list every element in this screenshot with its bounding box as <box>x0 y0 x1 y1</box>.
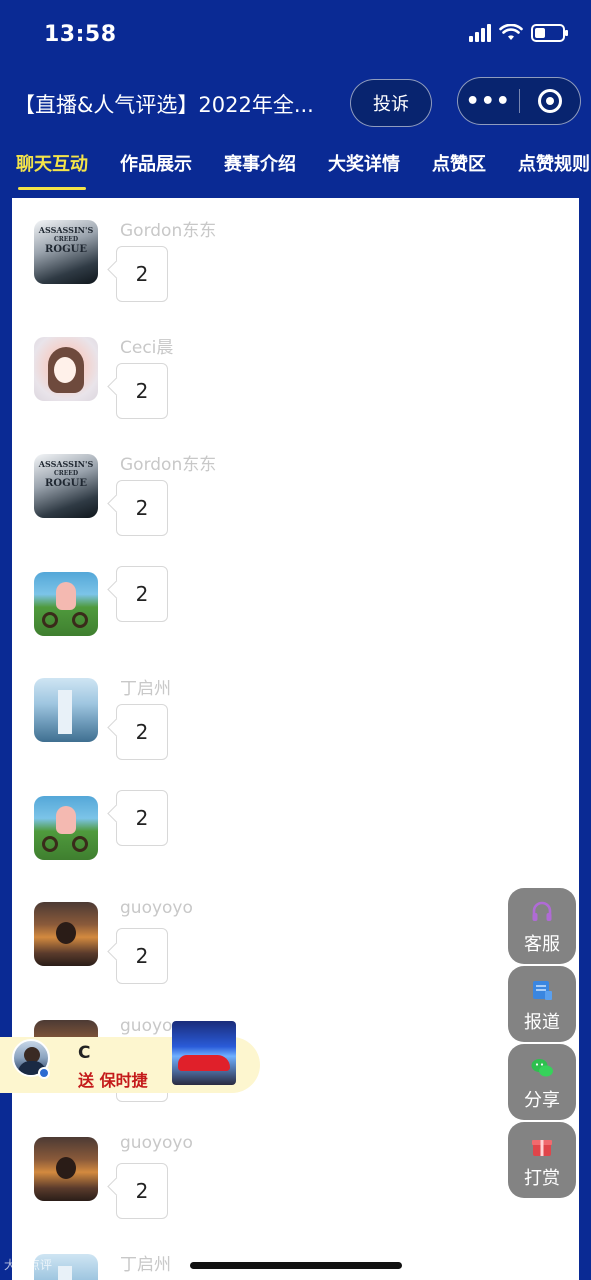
gift-notification: C 送 保时捷 <box>0 1021 260 1093</box>
reward-label: 打赏 <box>524 1168 560 1189</box>
chat-message: guoyoyo 2 <box>12 880 579 990</box>
wifi-icon <box>499 24 523 40</box>
chat-message: 丁启州 2 <box>12 656 579 766</box>
avatar[interactable] <box>34 796 98 860</box>
message-bubble: 2 <box>116 480 168 536</box>
message-nickname: 丁启州 <box>120 679 171 699</box>
message-bubble: 2 <box>116 246 168 302</box>
message-bubble: 2 <box>116 790 168 846</box>
avatar[interactable]: ASSASSIN'S CREED ROGUE <box>34 220 98 284</box>
chat-message: ASSASSIN'S CREED ROGUE Gordon东东 2 <box>12 432 579 542</box>
message-bubble: 2 <box>116 363 168 419</box>
tab-bar: 聊天互动 作品展示 赛事介绍 大奖详情 点赞区 点赞规则 <box>0 150 591 190</box>
message-nickname: Gordon东东 <box>120 221 217 241</box>
report-label: 报道 <box>524 1012 560 1033</box>
avatar-logo-text: ASSASSIN'S <box>38 225 94 235</box>
status-time: 13:58 <box>44 22 117 47</box>
share-button[interactable]: 分享 <box>508 1044 576 1120</box>
message-nickname: Ceci晨 <box>120 338 174 358</box>
verified-badge-icon <box>38 1067 50 1079</box>
chat-message: 2 <box>12 774 579 884</box>
cellular-signal-icon <box>469 24 491 42</box>
avatar[interactable]: ASSASSIN'S CREED ROGUE <box>34 454 98 518</box>
tab-prize-details[interactable]: 大奖详情 <box>312 150 416 190</box>
message-nickname: guoyoyo <box>120 1133 193 1153</box>
tab-event-intro[interactable]: 赛事介绍 <box>208 150 312 190</box>
avatar[interactable] <box>34 337 98 401</box>
tab-like-rules[interactable]: 点赞规则 <box>502 150 591 190</box>
chat-message: 2 <box>12 550 579 660</box>
customer-service-label: 客服 <box>524 934 560 955</box>
chat-message: guoyoyo 2 <box>12 1115 579 1225</box>
tab-works[interactable]: 作品展示 <box>104 150 208 190</box>
chat-message: Ceci晨 2 <box>12 315 579 425</box>
share-label: 分享 <box>524 1090 560 1111</box>
floating-action-buttons: 客服 报道 分享 打赏 <box>508 888 576 1200</box>
complain-button[interactable]: 投诉 <box>350 79 432 127</box>
avatar[interactable] <box>34 678 98 742</box>
message-nickname: 丁启州 <box>120 1255 171 1275</box>
wechat-icon <box>531 1059 553 1077</box>
chat-panel[interactable]: ASSASSIN'S CREED ROGUE Gordon东东 2 Ceci晨 … <box>12 198 579 1280</box>
report-button[interactable]: 报道 <box>508 966 576 1042</box>
gift-description: 送 保时捷 <box>78 1071 148 1090</box>
miniprogram-capsule: ••• <box>457 77 581 125</box>
reward-button[interactable]: 打赏 <box>508 1122 576 1198</box>
close-miniprogram-button[interactable] <box>519 89 580 113</box>
more-options-button[interactable]: ••• <box>458 89 519 114</box>
message-bubble: 2 <box>116 1163 168 1219</box>
target-icon <box>537 89 562 113</box>
news-icon <box>533 981 552 1000</box>
avatar[interactable] <box>34 572 98 636</box>
watermark-text: 大众点评 <box>4 1258 53 1272</box>
message-nickname: guoyo <box>120 1016 173 1036</box>
page-title: 【直播&人气评选】2022年全... <box>14 93 314 117</box>
message-nickname: guoyoyo <box>120 898 193 918</box>
message-bubble: 2 <box>116 928 168 984</box>
customer-service-button[interactable]: 客服 <box>508 888 576 964</box>
message-bubble: 2 <box>116 704 168 760</box>
gift-car-image <box>172 1021 236 1085</box>
message-bubble: 2 <box>116 566 168 622</box>
avatar[interactable] <box>34 902 98 966</box>
tab-like-area[interactable]: 点赞区 <box>416 150 502 190</box>
battery-icon <box>531 24 568 42</box>
gift-icon <box>532 1140 552 1156</box>
tab-chat[interactable]: 聊天互动 <box>0 150 104 190</box>
status-bar: 13:58 <box>0 0 591 70</box>
headset-icon <box>532 901 552 921</box>
title-bar: 【直播&人气评选】2022年全... 投诉 ••• <box>0 75 591 131</box>
chat-message: ASSASSIN'S CREED ROGUE Gordon东东 2 <box>12 198 579 308</box>
home-indicator[interactable] <box>190 1262 402 1269</box>
gift-sender-name: C <box>78 1043 91 1063</box>
chat-message: 丁启州 <box>12 1232 579 1280</box>
avatar[interactable] <box>34 1137 98 1201</box>
status-icons <box>469 24 568 42</box>
message-nickname: Gordon东东 <box>120 455 217 475</box>
